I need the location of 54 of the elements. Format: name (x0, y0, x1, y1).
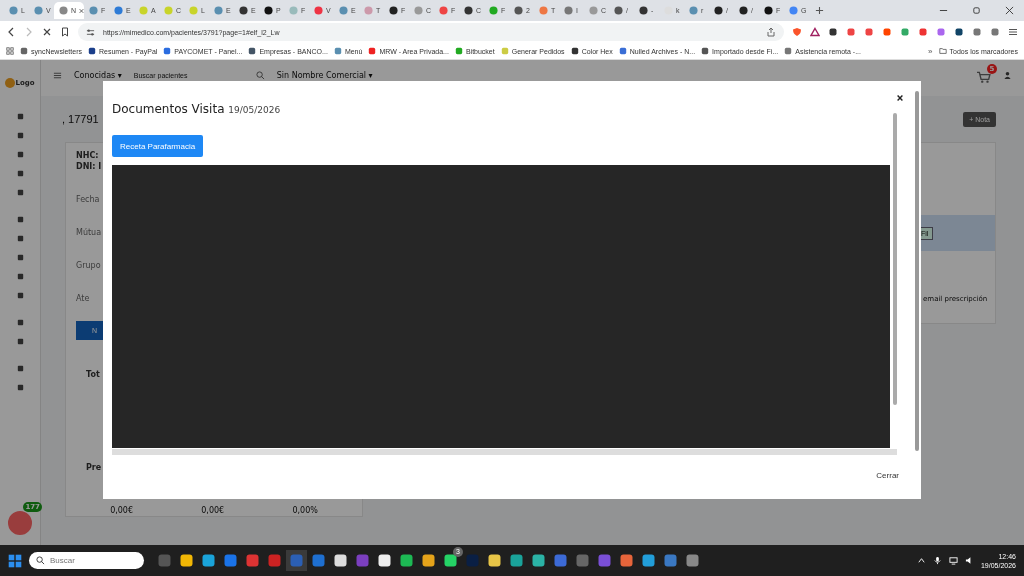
bookmark-icon[interactable] (60, 27, 70, 37)
horizontal-scrollbar[interactable] (112, 449, 897, 455)
back-icon[interactable] (6, 27, 16, 37)
chevron-up-icon[interactable] (916, 556, 926, 565)
summary-value: 0,00% (292, 506, 318, 515)
app-icon[interactable] (421, 553, 436, 568)
app-icon[interactable] (377, 553, 392, 568)
start-icon[interactable] (8, 553, 22, 568)
dialog-scrollbar[interactable] (915, 91, 919, 451)
field-label: Fecha (76, 195, 101, 204)
close-icon[interactable] (1005, 6, 1014, 15)
info-label: DNI: I (76, 162, 103, 171)
close-button[interactable]: Cerrar (870, 470, 905, 481)
menu-icon[interactable] (53, 71, 62, 80)
app-icon[interactable] (443, 553, 458, 568)
summary-value: 0,00€ (110, 506, 134, 515)
action-button[interactable]: Receta Parafarmacia (112, 135, 204, 157)
network-icon[interactable] (948, 556, 958, 565)
more-bookmarks[interactable]: » (928, 46, 933, 56)
app-icon[interactable] (531, 553, 546, 568)
info-label: NHC: (76, 151, 100, 160)
microphone-icon[interactable] (932, 556, 942, 565)
new-tab-icon[interactable] (815, 6, 824, 15)
close-icon[interactable] (896, 94, 904, 102)
attending-label: Ate (76, 294, 91, 303)
share-icon[interactable] (766, 27, 776, 37)
stop-icon[interactable] (42, 27, 52, 37)
app-icon[interactable] (333, 553, 348, 568)
app-icon[interactable] (201, 553, 216, 568)
taskbar-search-field[interactable]: Buscar (29, 552, 144, 569)
patient-title: , 17791 (62, 113, 99, 125)
cart-icon[interactable] (977, 71, 991, 83)
user-icon[interactable] (1003, 71, 1012, 80)
field-label: Mútua (76, 228, 103, 237)
company-menu[interactable]: Sin Nombre Comercial ▾ (276, 71, 373, 80)
menu-icon[interactable] (1008, 27, 1018, 37)
shield-icon[interactable] (792, 27, 802, 37)
field-label: Grupo (76, 261, 102, 270)
folder-icon (938, 47, 947, 55)
totals-label: Tot (86, 370, 101, 379)
vertical-scrollbar[interactable] (893, 113, 897, 405)
dialog-title: Documentos Visita 19/05/2026 (112, 102, 281, 116)
search-icon[interactable] (255, 71, 265, 80)
app-icon[interactable] (179, 553, 194, 568)
price-label: Pre (86, 463, 103, 472)
sliders-icon (86, 27, 95, 37)
nav-menu[interactable]: Conocidas ▾ (74, 71, 122, 80)
search-icon (36, 556, 45, 565)
chat-button[interactable] (6, 509, 34, 537)
restore-icon[interactable] (972, 6, 981, 15)
summary-value: 0,00€ (201, 506, 225, 515)
triangle-icon[interactable] (810, 27, 820, 37)
app-icon[interactable] (399, 553, 414, 568)
app-icon[interactable] (487, 553, 502, 568)
